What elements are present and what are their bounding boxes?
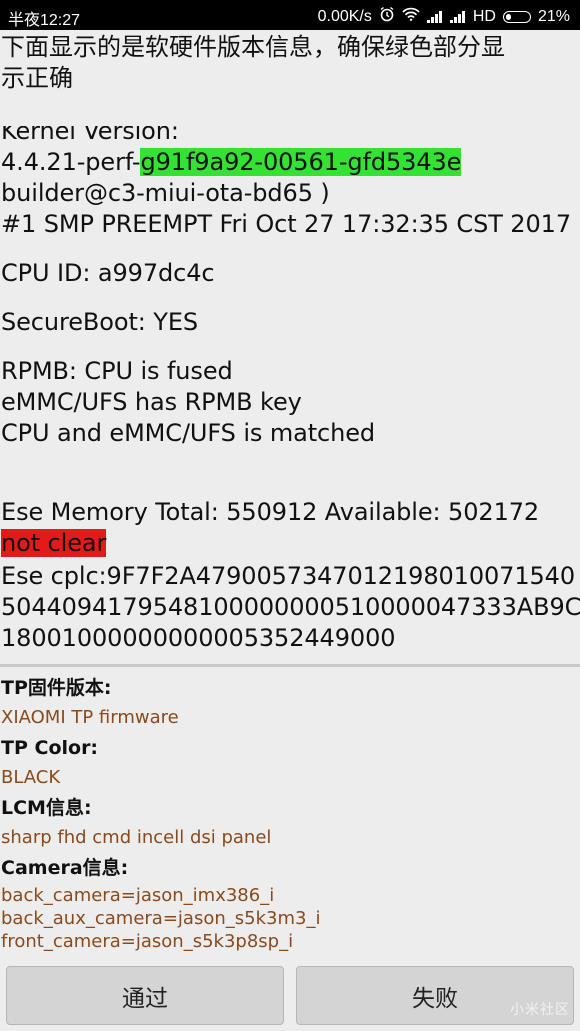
kernel-prefix: 4.4.21-perf- bbox=[1, 148, 141, 176]
ese-cplc: 18001000000000005352449000 bbox=[1, 624, 396, 652]
page-heading: 下面显示的是软硬件版本信息，确保绿色部分显 示正确 bbox=[0, 32, 571, 94]
not-clear-badge: not clear bbox=[1, 529, 107, 557]
heading-line: 下面显示的是软硬件版本信息，确保绿色部分显 bbox=[1, 33, 505, 61]
status-icons: 0.00K/s HD 21% bbox=[318, 6, 570, 27]
rpmb-match: CPU and eMMC/UFS is matched bbox=[1, 419, 376, 447]
battery-level bbox=[505, 13, 511, 20]
lcm-value: sharp fhd cmd incell dsi panel bbox=[1, 827, 272, 848]
camera-item: back_aux_camera=jason_s5k3m3_i bbox=[1, 908, 321, 929]
ese-memory: Ese Memory Total: 550912 Available: 5021… bbox=[1, 498, 540, 526]
hardware-info: TP固件版本: XIAOMI TP firmware TP Color: BLA… bbox=[1, 676, 579, 953]
lcm-label: LCM信息: bbox=[1, 797, 92, 819]
wifi-icon bbox=[402, 7, 420, 26]
ese-cplc: Ese cplc:9F7F2A4790057347012198010071540 bbox=[1, 562, 576, 590]
kernel-version: 4.4.21-perf-g91f9a92-00561-gfd5343e bbox=[1, 147, 579, 178]
camera-label: Camera信息: bbox=[1, 857, 129, 879]
heading-line: 示正确 bbox=[1, 64, 73, 92]
watermark: 小米社区 bbox=[510, 1002, 570, 1018]
signal-icon bbox=[449, 10, 466, 23]
tp-firmware-label: TP固件版本: bbox=[1, 677, 112, 699]
kernel-highlight: g91f9a92-00561-gfd5343e bbox=[140, 148, 462, 176]
hd-label: HD bbox=[472, 7, 496, 25]
section-divider bbox=[0, 664, 580, 667]
tp-firmware-value: XIAOMI TP firmware bbox=[1, 707, 179, 728]
alarm-icon bbox=[379, 6, 395, 27]
network-speed: 0.00K/s bbox=[317, 7, 372, 25]
tp-color-value: BLACK bbox=[1, 767, 61, 788]
cpu-id: CPU ID: a997dc4c bbox=[1, 259, 215, 287]
builder-line: builder@c3-miui-ota-bd65 ) bbox=[1, 179, 330, 207]
battery-percent: 21% bbox=[537, 7, 570, 25]
status-time: 半夜12:27 bbox=[8, 12, 81, 29]
version-details-scroll[interactable]: Kernel Version: 4.4.21-perf-g91f9a92-005… bbox=[0, 126, 580, 662]
battery-icon bbox=[502, 10, 531, 23]
rpmb-key: eMMC/UFS has RPMB key bbox=[1, 388, 302, 416]
camera-item: front_camera=jason_s5k3p8sp_i bbox=[1, 931, 294, 952]
kernel-label: Kernel Version: bbox=[1, 126, 179, 145]
camera-item: back_camera=jason_imx386_i bbox=[1, 885, 275, 906]
ese-cplc: 5044094179548100000000510000047333AB9C4 bbox=[1, 593, 580, 621]
status-bar: 半夜12:27 0.00K/s HD 21% bbox=[0, 0, 580, 30]
tp-color-label: TP Color: bbox=[1, 737, 99, 759]
pass-button[interactable]: 通过 bbox=[6, 966, 284, 1025]
secure-boot: SecureBoot: YES bbox=[1, 308, 199, 336]
build-date: #1 SMP PREEMPT Fri Oct 27 17:32:35 CST 2… bbox=[1, 210, 571, 238]
signal-icon bbox=[426, 10, 443, 23]
rpmb-status: RPMB: CPU is fused bbox=[1, 357, 233, 385]
